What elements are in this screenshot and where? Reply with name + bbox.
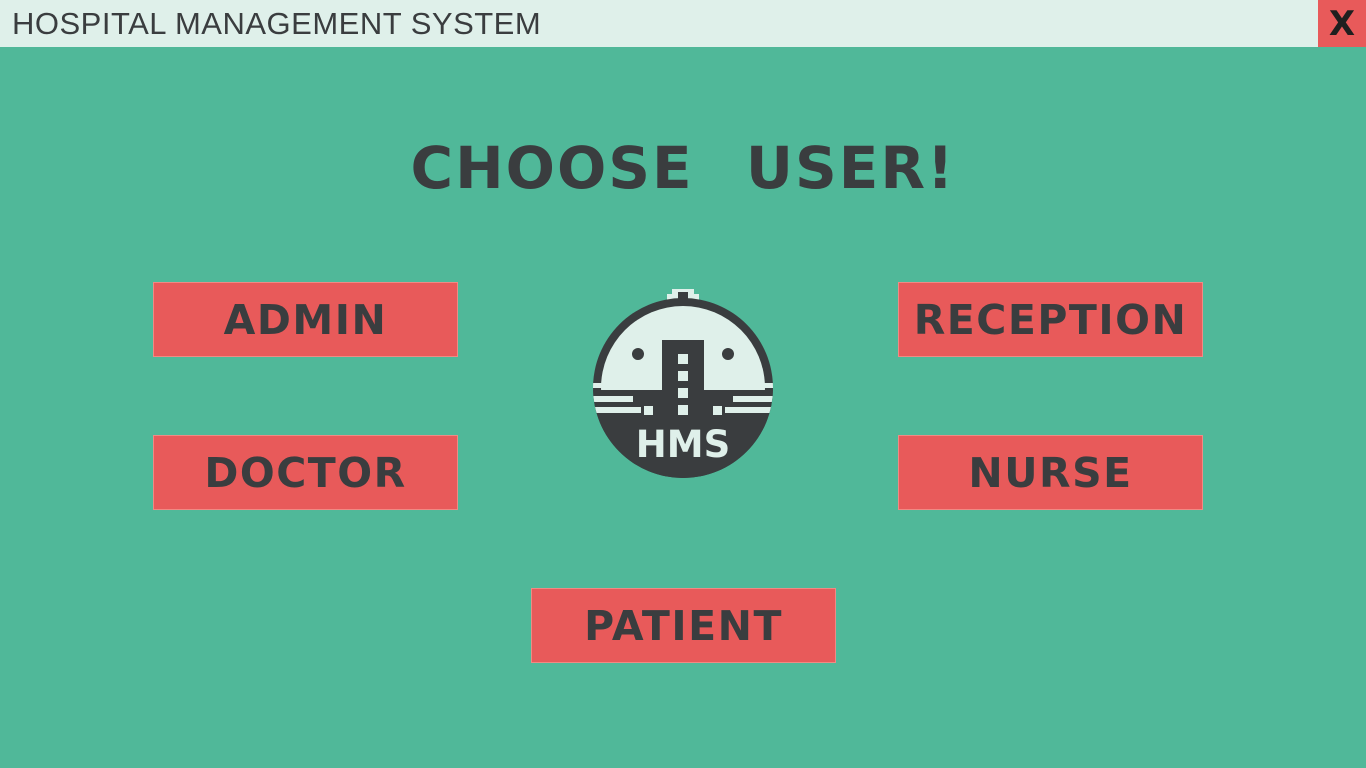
admin-button[interactable]: ADMIN [153,282,458,357]
admin-button-label: ADMIN [223,295,388,344]
reception-button-label: RECEPTION [913,295,1188,344]
logo-text: HMS [636,423,730,466]
app-title: HOSPITAL MANAGEMENT SYSTEM [12,6,542,41]
patient-button-label: PATIENT [584,601,783,650]
nurse-button-label: NURSE [968,448,1133,497]
title-bar: HOSPITAL MANAGEMENT SYSTEM X [0,0,1366,47]
nurse-button[interactable]: NURSE [898,435,1203,510]
close-button[interactable]: X [1318,0,1366,47]
patient-button[interactable]: PATIENT [531,588,836,663]
page-title: CHOOSE USER! [410,134,956,202]
doctor-button-label: DOCTOR [204,448,407,497]
reception-button[interactable]: RECEPTION [898,282,1203,357]
hospital-logo-icon: HMS [593,289,773,478]
close-icon: X [1328,3,1356,44]
doctor-button[interactable]: DOCTOR [153,435,458,510]
